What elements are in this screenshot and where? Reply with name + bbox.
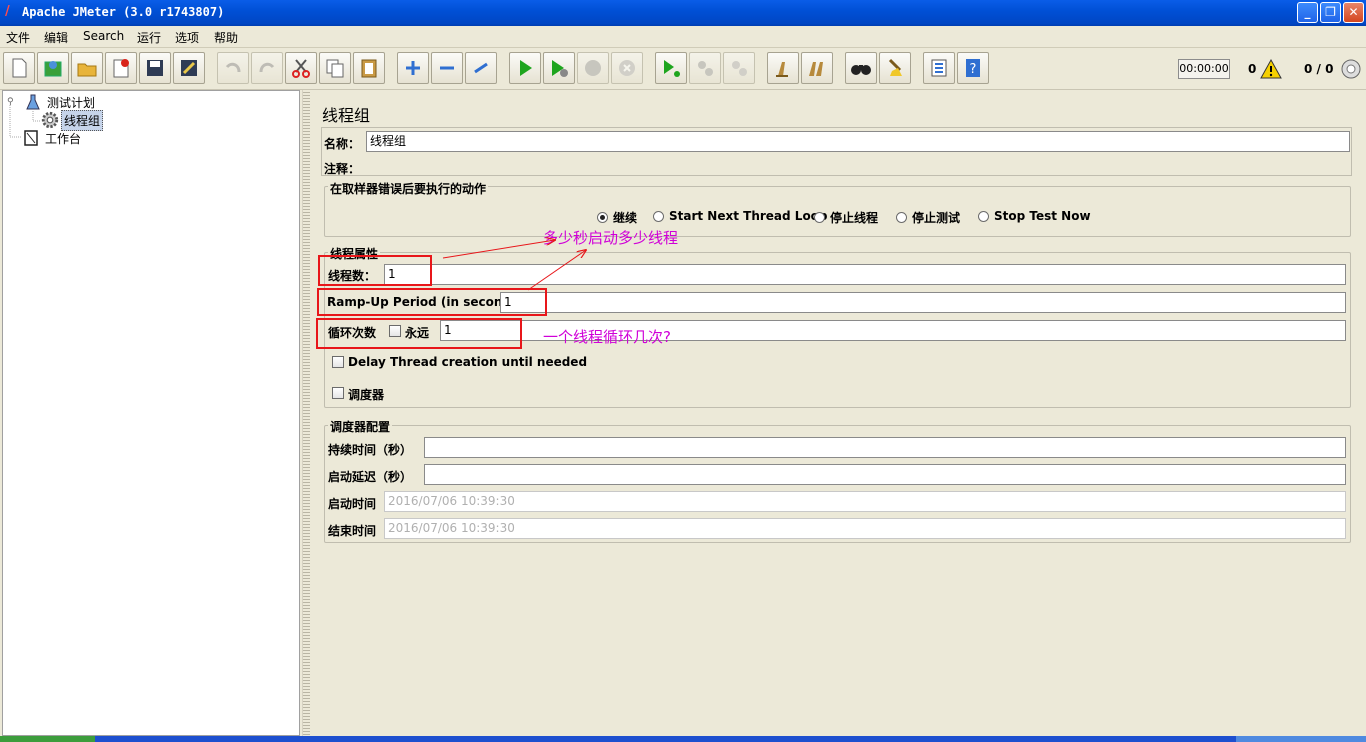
scheduler-checkbox[interactable] bbox=[332, 387, 344, 399]
close-icon[interactable] bbox=[105, 52, 137, 84]
new-icon[interactable] bbox=[3, 52, 35, 84]
delay-thread-checkbox[interactable] bbox=[332, 356, 344, 368]
svg-text:?: ? bbox=[970, 62, 977, 77]
start-icon[interactable] bbox=[509, 52, 541, 84]
toggle-icon[interactable] bbox=[465, 52, 497, 84]
start-button-edge bbox=[0, 736, 95, 742]
open-icon[interactable] bbox=[71, 52, 103, 84]
window-title: Apache JMeter (3.0 r1743807) bbox=[22, 5, 225, 19]
cut-icon[interactable] bbox=[285, 52, 317, 84]
menu-file[interactable]: 文件 bbox=[6, 29, 30, 46]
scheduler-config-title: 调度器配置 bbox=[328, 418, 393, 435]
collapse-icon[interactable] bbox=[431, 52, 463, 84]
close-button[interactable]: ✕ bbox=[1343, 2, 1364, 23]
error-count: 0 bbox=[1248, 62, 1257, 76]
start-time-field[interactable]: 2016/07/06 10:39:30 bbox=[384, 491, 1346, 512]
radio-label: 继续 bbox=[613, 211, 638, 225]
radio-stop-test-now[interactable]: Stop Test Now bbox=[978, 209, 1091, 223]
comment-field[interactable] bbox=[366, 157, 1350, 176]
annotation-box-threads bbox=[318, 255, 432, 286]
annotation-box-rampup bbox=[317, 288, 547, 316]
remote-shutdown-icon[interactable] bbox=[723, 52, 755, 84]
comment-label: 注释： bbox=[324, 162, 361, 176]
active-threads: 0 / 0 bbox=[1304, 62, 1334, 76]
tray-edge bbox=[1236, 736, 1366, 742]
annotation-box-loop bbox=[316, 318, 522, 349]
reset-search-icon[interactable] bbox=[879, 52, 911, 84]
radio-dot[interactable] bbox=[653, 210, 664, 222]
radio-dot[interactable] bbox=[597, 212, 608, 223]
tree-lines bbox=[9, 105, 41, 138]
radio-dot[interactable] bbox=[978, 210, 989, 222]
annotation-note-rampup: 多少秒启动多少线程 bbox=[543, 229, 679, 247]
rampup-field[interactable]: 1 bbox=[500, 292, 1346, 313]
menu-edit[interactable]: 编辑 bbox=[44, 29, 68, 46]
delay-thread-label: Delay Thread creation until needed bbox=[348, 355, 588, 369]
redo-icon[interactable] bbox=[251, 52, 283, 84]
save-icon[interactable] bbox=[139, 52, 171, 84]
duration-field[interactable] bbox=[424, 437, 1346, 458]
title-bar: / Apache JMeter (3.0 r1743807) _ ❐ ✕ bbox=[0, 0, 1366, 26]
start-no-pause-icon[interactable] bbox=[543, 52, 575, 84]
start-time-label: 启动时间 bbox=[328, 497, 377, 511]
scheduler-label: 调度器 bbox=[348, 388, 385, 402]
test-plan-tree: ⚲ 测试计划 线程组 工作台 bbox=[2, 90, 300, 736]
paste-icon[interactable] bbox=[353, 52, 385, 84]
clear-icon[interactable] bbox=[767, 52, 799, 84]
radio-continue[interactable]: 继续 bbox=[597, 209, 637, 226]
warning-icon[interactable] bbox=[1260, 58, 1282, 80]
radio-stop-test[interactable]: 停止测试 bbox=[896, 209, 960, 226]
radio-label: Stop Test Now bbox=[994, 209, 1091, 223]
startup-delay-label: 启动延迟（秒） bbox=[328, 470, 413, 484]
shutdown-icon[interactable] bbox=[611, 52, 643, 84]
function-helper-icon[interactable] bbox=[923, 52, 955, 84]
tree-label-thread-group: 线程组 bbox=[61, 109, 104, 131]
save-as-icon[interactable] bbox=[173, 52, 205, 84]
radio-dot[interactable] bbox=[896, 212, 907, 223]
undo-icon[interactable] bbox=[217, 52, 249, 84]
page-title: 线程组 bbox=[322, 106, 371, 125]
taskbar-edge bbox=[0, 736, 1366, 742]
radio-dot[interactable] bbox=[814, 212, 825, 223]
maximize-button[interactable]: ❐ bbox=[1320, 2, 1341, 23]
clear-all-icon[interactable] bbox=[801, 52, 833, 84]
startup-delay-field[interactable] bbox=[424, 464, 1346, 485]
copy-icon[interactable] bbox=[319, 52, 351, 84]
search-icon[interactable] bbox=[845, 52, 877, 84]
minimize-button[interactable]: _ bbox=[1297, 2, 1318, 23]
pane-splitter[interactable] bbox=[302, 90, 310, 736]
duration-label: 持续时间（秒） bbox=[328, 443, 413, 457]
threads-field[interactable]: 1 bbox=[384, 264, 1346, 285]
name-field[interactable]: 线程组 bbox=[366, 131, 1350, 152]
menu-run[interactable]: 运行 bbox=[137, 29, 161, 46]
remote-stop-icon[interactable] bbox=[689, 52, 721, 84]
name-label: 名称： bbox=[324, 137, 361, 151]
jmeter-logo-icon: / bbox=[5, 4, 10, 19]
menu-search[interactable]: Search bbox=[83, 29, 124, 43]
radio-start-next-loop[interactable]: Start Next Thread Loop bbox=[653, 209, 828, 223]
menu-help[interactable]: 帮助 bbox=[214, 29, 238, 46]
menu-bar: 文件 编辑 Search 运行 选项 帮助 bbox=[0, 26, 1366, 48]
error-action-title: 在取样器错误后要执行的动作 bbox=[328, 180, 489, 197]
menu-options[interactable]: 选项 bbox=[175, 29, 199, 46]
expand-icon[interactable] bbox=[397, 52, 429, 84]
elapsed-time: 00:00:00 bbox=[1178, 59, 1230, 79]
stop-icon[interactable] bbox=[577, 52, 609, 84]
templates-icon[interactable] bbox=[37, 52, 69, 84]
toolbar: ? bbox=[0, 48, 1366, 90]
remote-status-icon bbox=[1341, 59, 1361, 79]
radio-label: Start Next Thread Loop bbox=[669, 209, 828, 223]
end-time-label: 结束时间 bbox=[328, 524, 377, 538]
radio-stop-thread[interactable]: 停止线程 bbox=[814, 209, 878, 226]
radio-label: 停止线程 bbox=[830, 211, 879, 225]
radio-label: 停止测试 bbox=[912, 211, 961, 225]
end-time-field[interactable]: 2016/07/06 10:39:30 bbox=[384, 518, 1346, 539]
remote-start-icon[interactable] bbox=[655, 52, 687, 84]
help-icon[interactable]: ? bbox=[957, 52, 989, 84]
annotation-note-loop: 一个线程循环几次? bbox=[543, 328, 671, 346]
